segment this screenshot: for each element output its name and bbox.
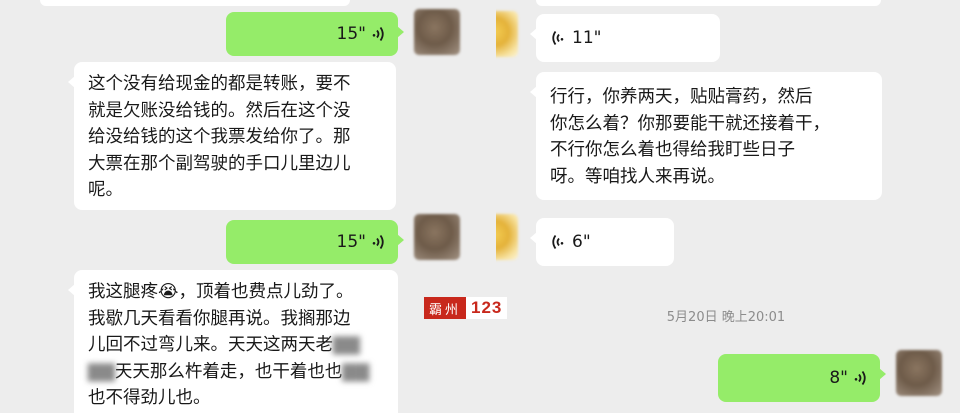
message-line: 我歇几天看看你腿再说。我搁那边 bbox=[88, 308, 351, 329]
message-line: 给没给钱的这个我票发给你了。那 bbox=[88, 127, 351, 147]
message-timestamp: 5月20日 晚上20:01 bbox=[666, 310, 786, 325]
message-line: 也不得劲儿也。 bbox=[88, 388, 211, 408]
message-line: 我这腿疼😭，顶着也费点儿劲了。 bbox=[88, 282, 354, 302]
voice-wave-icon bbox=[372, 26, 384, 42]
crying-emoji: 😭 bbox=[158, 282, 179, 302]
voice-message-received[interactable]: 11" bbox=[530, 14, 720, 62]
message-line: 不行你怎么着也得给我盯些日子 bbox=[550, 140, 795, 160]
message-line: 儿回不过弯儿来。天天这两天老▇▇ bbox=[88, 335, 360, 355]
right-chat-panel: 11" 行行，你养两天，贴贴膏药，然后 你怎么着？你那要能干就还接着干， 不行你… bbox=[496, 0, 960, 413]
message-line: ▇▇天天那么杵着走，也干着也也▇▇ bbox=[88, 361, 370, 382]
message-line: 这个没有给现金的都是转账，要不 bbox=[88, 74, 351, 94]
message-line: 呀。等咱找人来再说。 bbox=[550, 166, 725, 187]
my-avatar[interactable] bbox=[414, 9, 460, 55]
watermark-region-text: 霸州 bbox=[424, 297, 467, 319]
message-line: 呢。 bbox=[88, 180, 123, 200]
left-chat-panel: 15" 这个没有给现金的都是转账，要不 就是欠账没给钱的。然后在这个没 给没给钱… bbox=[0, 0, 464, 413]
voice-duration: 15" bbox=[336, 232, 366, 252]
voice-message-sent[interactable]: 15" bbox=[226, 12, 404, 56]
voice-message-sent[interactable]: 15" bbox=[226, 220, 404, 264]
text-message-received[interactable]: 这个没有给现金的都是转账，要不 就是欠账没给钱的。然后在这个没 给没给钱的这个我… bbox=[68, 62, 396, 210]
text-message-received[interactable]: 行行，你养两天，贴贴膏药，然后 你怎么着？你那要能干就还接着干， 不行你怎么着也… bbox=[530, 72, 882, 200]
voice-wave-icon bbox=[552, 234, 564, 250]
redacted-text: ▇▇ bbox=[333, 335, 360, 355]
voice-wave-icon bbox=[372, 234, 384, 250]
previous-message-edge bbox=[536, 0, 881, 6]
redacted-text: ▇▇ bbox=[342, 361, 370, 382]
previous-message-edge bbox=[40, 0, 350, 6]
message-line: 就是欠账没给钱的。然后在这个没 bbox=[88, 100, 351, 121]
message-line: 大票在那个副驾驶的手口儿里边儿 bbox=[88, 153, 351, 174]
contact-avatar[interactable] bbox=[496, 11, 518, 57]
my-avatar[interactable] bbox=[896, 350, 942, 396]
redacted-text: ▇▇ bbox=[88, 361, 115, 382]
text-message-received[interactable]: 我这腿疼😭，顶着也费点儿劲了。 我歇几天看看你腿再说。我搁那边 儿回不过弯儿来。… bbox=[68, 270, 398, 413]
voice-duration: 8" bbox=[829, 368, 848, 388]
voice-duration: 15" bbox=[336, 24, 366, 44]
watermark-logo: 霸州 123 bbox=[424, 297, 508, 319]
voice-message-sent[interactable]: 8" bbox=[718, 354, 886, 402]
voice-duration: 6" bbox=[572, 232, 591, 252]
contact-avatar[interactable] bbox=[496, 214, 518, 260]
voice-wave-icon bbox=[552, 30, 564, 46]
voice-wave-icon bbox=[854, 370, 866, 386]
voice-duration: 11" bbox=[572, 28, 602, 48]
message-line: 行行，你养两天，贴贴膏药，然后 bbox=[550, 87, 813, 107]
voice-message-received[interactable]: 6" bbox=[530, 218, 674, 266]
message-line: 你怎么着？你那要能干就还接着干， bbox=[550, 113, 830, 134]
my-avatar[interactable] bbox=[414, 214, 460, 260]
